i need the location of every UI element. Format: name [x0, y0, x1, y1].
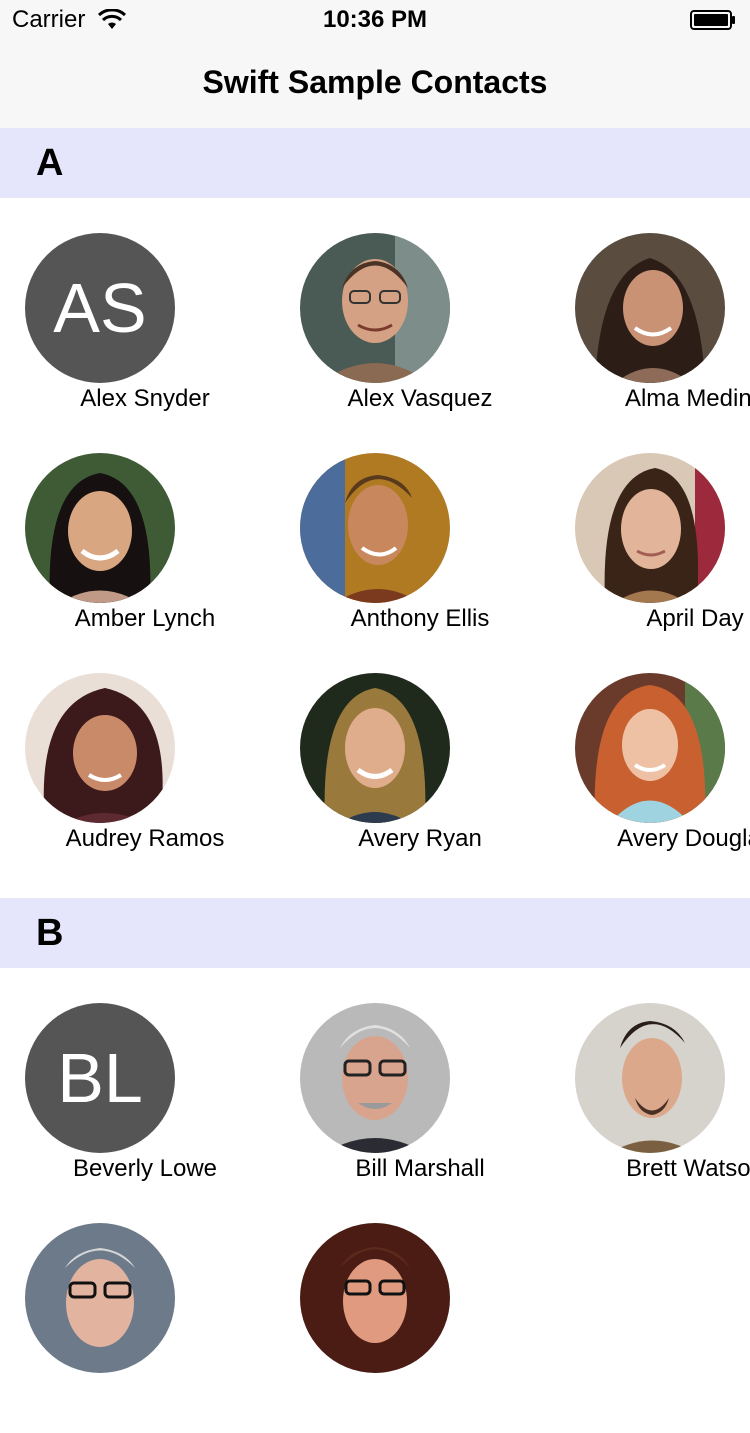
contact-cell-anthony-ellis[interactable]: Anthony Ellis [300, 453, 540, 663]
contact-name: Alma Medina [624, 385, 750, 412]
contact-name: Alex Snyder [80, 385, 210, 412]
contact-name: April Day [646, 605, 744, 632]
contact-photo-avatar [300, 233, 450, 383]
battery-icon [690, 10, 736, 30]
contact-photo-avatar [25, 453, 175, 603]
contact-initials-avatar: AS [25, 233, 175, 383]
contact-photo-avatar [575, 233, 725, 383]
contact-name: Brett Watson [626, 1155, 750, 1182]
contact-cell-alex-vasquez[interactable]: Alex Vasquez [300, 233, 540, 443]
contact-cell[interactable] [300, 1223, 540, 1433]
contact-cell-april-day[interactable]: April Day [575, 453, 750, 663]
status-time: 10:36 PM [322, 6, 428, 33]
contact-name: Avery Douglas [617, 825, 750, 852]
contact-photo-avatar [300, 1003, 450, 1153]
contact-cell-amber-lynch[interactable]: Amber Lynch [25, 453, 265, 663]
contact-photo-avatar [575, 673, 725, 823]
status-bar: Carrier 10:36 PM [0, 0, 750, 40]
contact-photo-avatar [25, 1223, 175, 1373]
contact-cell-audrey-ramos[interactable]: Audrey Ramos [25, 673, 265, 883]
contact-photo-avatar [300, 1223, 450, 1373]
contact-cell-avery-ryan[interactable]: Avery Ryan [300, 673, 540, 883]
contact-initials-avatar: BL [25, 1003, 175, 1153]
contact-cell-bill-marshall[interactable]: Bill Marshall [300, 1003, 540, 1213]
contact-photo-avatar [575, 453, 725, 603]
contact-name: Alex Vasquez [347, 385, 493, 412]
section-header-b: B [0, 898, 750, 968]
contact-cell-brett-watson[interactable]: Brett Watson [575, 1003, 750, 1213]
page-title: Swift Sample Contacts [202, 64, 548, 100]
contact-cell-beverly-lowe[interactable]: BL Beverly Lowe [25, 1003, 265, 1213]
section-letter: A [36, 142, 64, 184]
contact-photo-avatar [300, 673, 450, 823]
contact-name: Amber Lynch [74, 605, 216, 632]
section-letter: B [36, 912, 64, 954]
contact-name: Audrey Ramos [65, 825, 225, 852]
contact-photo-avatar [25, 673, 175, 823]
contact-cell-alma-medina[interactable]: Alma Medina [575, 233, 750, 443]
contact-name: Avery Ryan [358, 825, 482, 852]
contact-cell-avery-douglas[interactable]: Avery Douglas [575, 673, 750, 883]
navigation-bar: Swift Sample Contacts [0, 40, 750, 129]
section-header-a: A [0, 128, 750, 198]
contact-cell[interactable] [25, 1223, 265, 1433]
contact-name: Beverly Lowe [72, 1155, 218, 1182]
contact-photo-avatar [575, 1003, 725, 1153]
contact-photo-avatar [300, 453, 450, 603]
contact-name: Anthony Ellis [350, 605, 490, 632]
contact-name: Bill Marshall [355, 1155, 485, 1182]
contact-cell-alex-snyder[interactable]: AS Alex Snyder [25, 233, 265, 443]
